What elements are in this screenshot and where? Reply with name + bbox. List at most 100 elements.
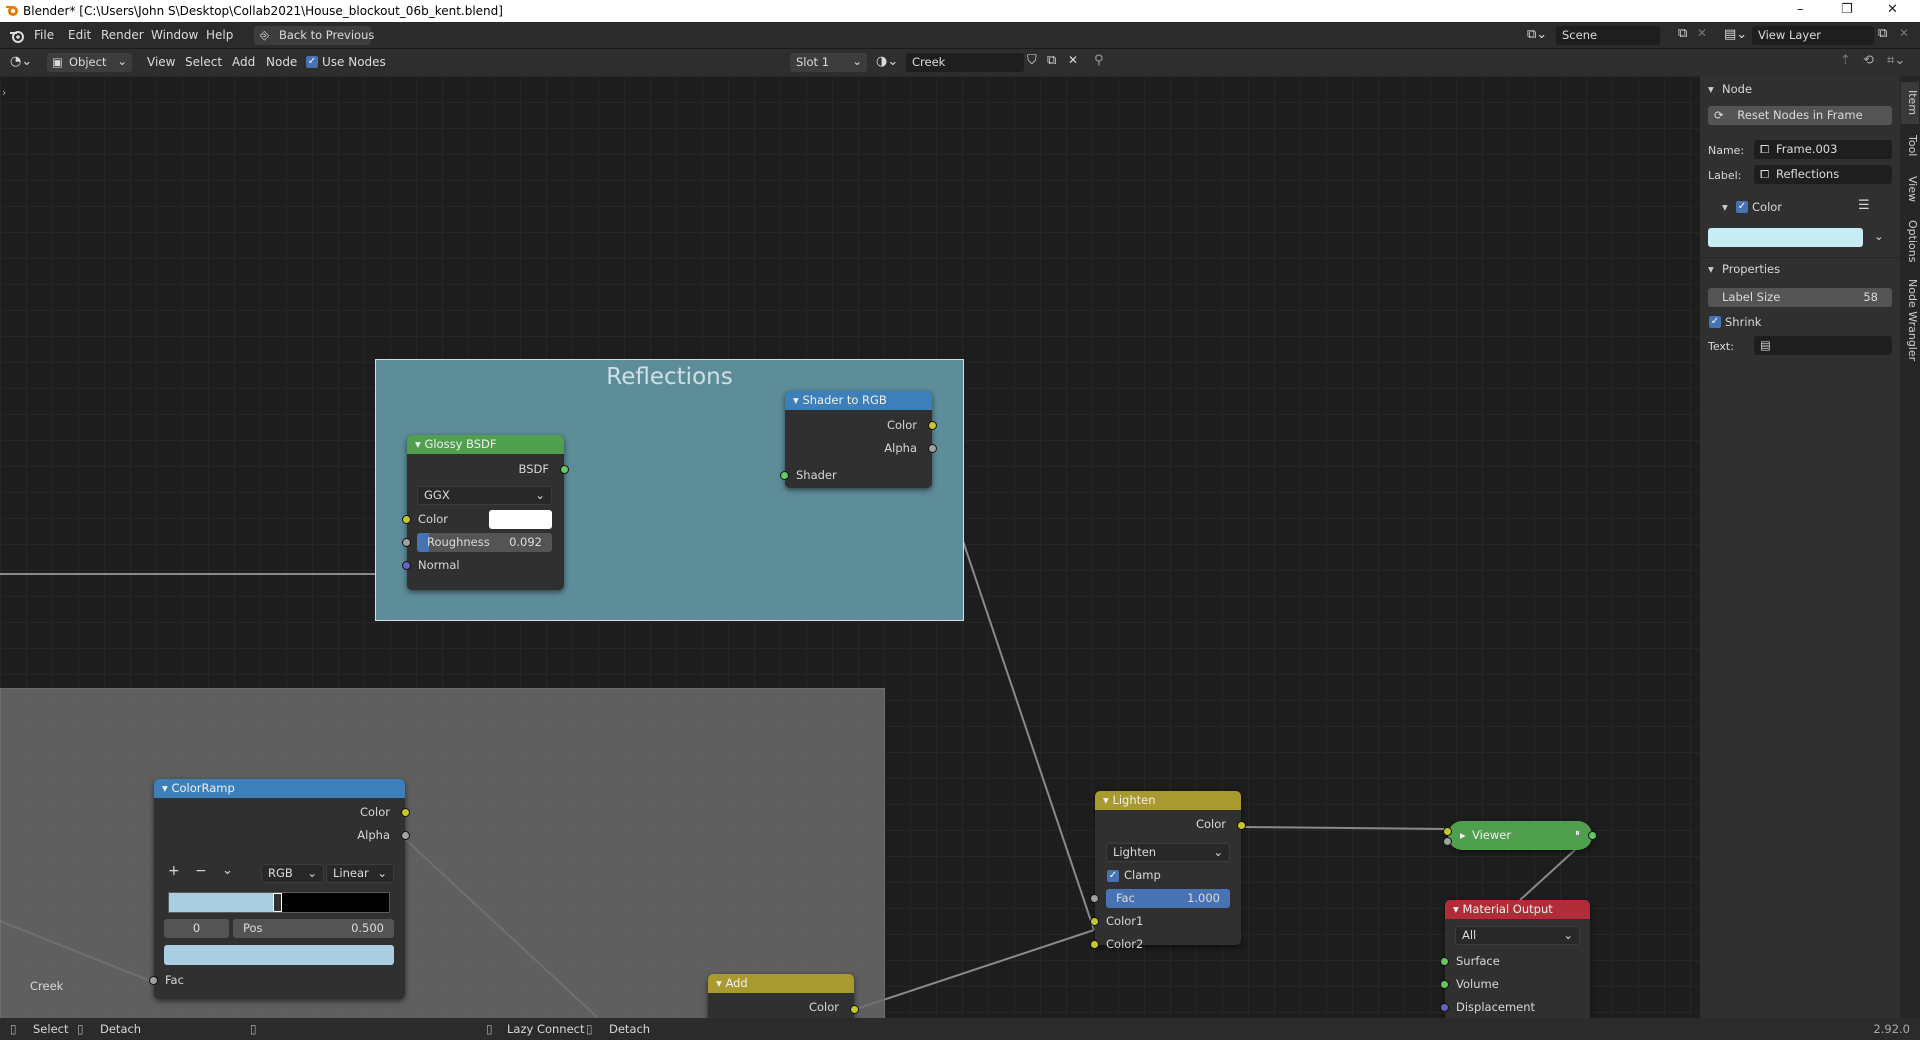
label-size-field[interactable]: Label Size 58 — [1708, 288, 1892, 307]
surface-socket[interactable] — [1440, 957, 1449, 966]
lighten-color-socket[interactable] — [1237, 821, 1246, 830]
stop-pos-field[interactable]: Pos 0.500 — [233, 919, 394, 938]
glossy-normal-socket[interactable] — [402, 561, 411, 570]
glossy-color-socket[interactable] — [402, 515, 411, 524]
material-name-field[interactable]: Creek — [906, 53, 1024, 72]
fake-user-shield-icon[interactable]: ⛉ — [1027, 53, 1037, 68]
tab-tool[interactable]: Tool — [1901, 128, 1919, 164]
overlay-icon[interactable]: ⌗⌄ — [1887, 53, 1905, 68]
lighten-color1-socket[interactable] — [1090, 917, 1099, 926]
tab-item[interactable]: Item — [1901, 82, 1919, 124]
collapse-arrow-icon[interactable]: ▾ — [1103, 793, 1109, 807]
lighten-fac-slider[interactable]: Fac 1.000 — [1106, 889, 1230, 908]
tab-node-wrangler[interactable]: Node Wrangler — [1901, 274, 1919, 366]
glossy-roughness-slider[interactable]: Roughness 0.092 — [417, 533, 552, 552]
remove-stop-button[interactable]: − — [195, 863, 207, 879]
editor-type-icon[interactable]: ◔⌄ — [10, 54, 32, 69]
shader-to-rgb-alpha-socket[interactable] — [928, 444, 937, 453]
shader-to-rgb-shader-socket[interactable] — [780, 471, 789, 480]
color-specials-chevron-icon[interactable]: ⌄ — [1874, 229, 1884, 243]
new-view-layer-icon[interactable]: ⧉ — [1878, 26, 1887, 41]
node-viewer[interactable]: ▸ Viewer ⏸ — [1443, 821, 1597, 850]
header-menu-node[interactable]: Node — [266, 55, 297, 69]
shrink-checkbox[interactable]: ✓ — [1709, 316, 1721, 328]
glossy-color-swatch[interactable] — [489, 510, 552, 529]
menu-help[interactable]: Help — [206, 28, 233, 42]
blend-type-dropdown[interactable]: Lighten ⌄ — [1106, 843, 1230, 862]
node-material-output[interactable]: ▾ Material Output All ⌄ Surface Volume D… — [1440, 900, 1590, 1018]
glossy-distribution-dropdown[interactable]: GGX ⌄ — [417, 486, 552, 505]
viewer-out-socket[interactable] — [1588, 831, 1597, 840]
node-panel-arrow-icon[interactable]: ▾ — [1708, 82, 1714, 96]
tab-view[interactable]: View — [1901, 170, 1919, 208]
node-editor-canvas[interactable]: › Reflections ▾ Glossy BSDF BSDF GGX ⌄ C… — [0, 76, 1700, 1018]
collapse-arrow-icon[interactable]: ▾ — [716, 976, 722, 990]
node-label-field[interactable]: ⧠ Reflections — [1754, 165, 1892, 184]
header-menu-view[interactable]: View — [147, 55, 175, 69]
node-panel-title[interactable]: Node — [1722, 82, 1752, 96]
use-custom-color-checkbox[interactable]: ✓ — [1736, 201, 1748, 213]
material-output-header[interactable]: ▾ Material Output — [1445, 900, 1590, 919]
stop-color-swatch[interactable] — [164, 945, 394, 965]
scene-field[interactable]: Scene — [1556, 26, 1660, 45]
colorramp-alpha-socket[interactable] — [401, 831, 410, 840]
lighten-header[interactable]: ▾ Lighten — [1095, 791, 1241, 810]
duplicate-material-icon[interactable]: ⧉ — [1047, 53, 1056, 68]
slot-dropdown[interactable]: Slot 1 ⌄ — [790, 53, 867, 72]
shader-to-rgb-color-socket[interactable] — [928, 421, 937, 430]
frame-grey[interactable] — [0, 688, 885, 1018]
colorramp-color-socket[interactable] — [401, 808, 410, 817]
colorramp-header[interactable]: ▾ ColorRamp — [154, 779, 405, 798]
viewer-in-alpha-socket[interactable] — [1443, 837, 1452, 846]
collapse-arrow-icon[interactable]: ▾ — [415, 437, 421, 451]
glossy-roughness-socket[interactable] — [402, 538, 411, 547]
glossy-bsdf-output-socket[interactable] — [560, 465, 569, 474]
glossy-header[interactable]: ▾ Glossy BSDF — [407, 435, 564, 454]
text-datablock-field[interactable]: ▤ — [1754, 336, 1892, 355]
collapse-arrow-icon[interactable]: ▾ — [1453, 902, 1459, 916]
stop-index-field[interactable]: 0 — [164, 919, 229, 938]
add-header[interactable]: ▾ Add — [708, 974, 854, 993]
properties-panel-arrow-icon[interactable]: ▾ — [1708, 262, 1714, 276]
menu-window[interactable]: Window — [151, 28, 198, 42]
colorramp-specials-button[interactable]: ⌄ — [222, 863, 233, 878]
node-name-field[interactable]: ⧠ Frame.003 — [1754, 140, 1892, 159]
back-to-previous-button[interactable]: ⎆ Back to Previous — [254, 26, 374, 45]
lighten-color2-socket[interactable] — [1090, 940, 1099, 949]
menu-file[interactable]: File — [34, 28, 54, 42]
node-shader-to-rgb[interactable]: ▾ Shader to RGB Color Alpha Shader — [780, 391, 937, 488]
frame-color-swatch[interactable] — [1708, 228, 1863, 247]
node-glossy-bsdf[interactable]: ▾ Glossy BSDF BSDF GGX ⌄ Color Roughness… — [402, 435, 569, 590]
unlink-material-icon[interactable]: ✕ — [1068, 53, 1078, 67]
node-colorramp[interactable]: ▾ ColorRamp Color Alpha + − ⌄ RGB ⌄ Line… — [149, 779, 410, 999]
output-target-dropdown[interactable]: All ⌄ — [1455, 926, 1580, 945]
header-menu-add[interactable]: Add — [232, 55, 255, 69]
color-ramp-gradient[interactable] — [168, 892, 390, 913]
object-mode-dropdown[interactable]: ▣ Object ⌄ — [47, 53, 132, 72]
node-lighten[interactable]: ▾ Lighten Color Lighten ⌄ ✓ Clamp Fac 1.… — [1090, 791, 1246, 951]
properties-panel-title[interactable]: Properties — [1722, 262, 1780, 276]
interpolation-dropdown[interactable]: Linear ⌄ — [326, 864, 394, 883]
menu-edit[interactable]: Edit — [68, 28, 91, 42]
pin-icon[interactable]: ⚲ — [1094, 53, 1104, 68]
clamp-checkbox[interactable]: ✓ — [1107, 870, 1119, 882]
menu-render[interactable]: Render — [101, 28, 144, 42]
use-nodes-checkbox[interactable]: ✓ — [306, 56, 318, 68]
add-stop-button[interactable]: + — [168, 863, 180, 879]
tab-options[interactable]: Options — [1901, 214, 1919, 268]
collapse-arrow-icon[interactable]: ▾ — [793, 393, 799, 407]
header-menu-select[interactable]: Select — [185, 55, 222, 69]
delete-scene-icon[interactable]: ✕ — [1697, 26, 1707, 40]
blender-menu-icon[interactable] — [9, 28, 25, 44]
new-scene-icon[interactable]: ⧉ — [1678, 26, 1687, 41]
color-stop-handle[interactable] — [273, 893, 282, 912]
material-browse-icon[interactable]: ◑⌄ — [876, 54, 898, 69]
color-panel-arrow-icon[interactable]: ▾ — [1722, 200, 1728, 214]
maximize-button[interactable]: ❐ — [1841, 2, 1853, 17]
view-layer-field[interactable]: View Layer — [1752, 26, 1874, 45]
add-color-socket[interactable] — [850, 1005, 859, 1014]
scene-browse-icon[interactable]: ⧉⌄ — [1527, 27, 1547, 42]
colorramp-fac-socket[interactable] — [149, 976, 158, 985]
lighten-fac-socket[interactable] — [1090, 894, 1099, 903]
node-add[interactable]: ▾ Add Color — [708, 974, 859, 1018]
